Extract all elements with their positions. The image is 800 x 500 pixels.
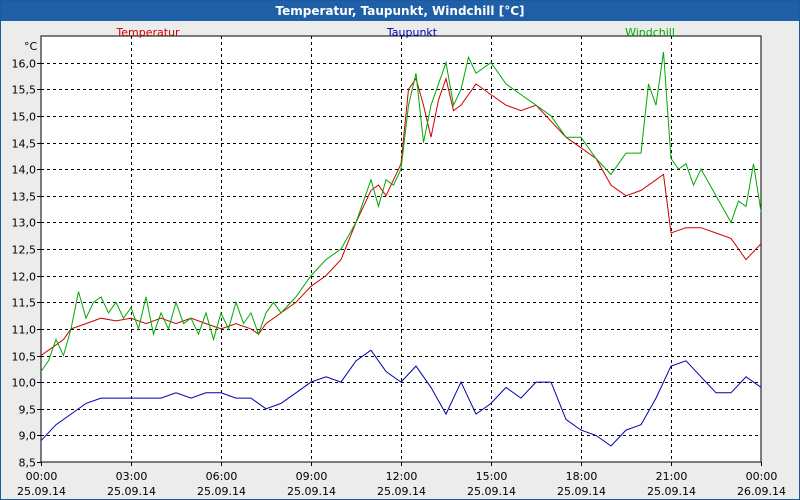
y-tick-label: 14,0 — [12, 164, 37, 177]
x-tick-time: 00:00 — [26, 470, 58, 483]
x-tick-time: 21:00 — [656, 470, 688, 483]
y-tick-label: 11,5 — [12, 297, 37, 310]
y-tick-label: 13,5 — [12, 191, 37, 204]
y-tick-label: 11,0 — [12, 324, 37, 337]
x-tick-date: 25.09.14 — [107, 485, 156, 498]
y-tick-label: 15,0 — [12, 111, 37, 124]
x-tick-time: 00:00 — [746, 470, 778, 483]
y-tick-label: 8,5 — [19, 457, 37, 470]
x-tick-date: 25.09.14 — [647, 485, 696, 498]
x-tick-time: 18:00 — [566, 470, 598, 483]
x-tick-date: 25.09.14 — [17, 485, 66, 498]
y-tick-label: 16,0 — [12, 58, 37, 71]
x-tick-date: 25.09.14 — [287, 485, 336, 498]
legend-windchill: Windchill — [625, 26, 675, 39]
y-tick-label: 9,0 — [19, 430, 37, 443]
x-tick-date: 25.09.14 — [467, 485, 516, 498]
y-tick-label: 12,5 — [12, 244, 37, 257]
y-tick-label: 15,5 — [12, 84, 37, 97]
x-tick-time: 09:00 — [296, 470, 328, 483]
x-tick-time: 06:00 — [206, 470, 238, 483]
y-tick-label: 12,0 — [12, 271, 37, 284]
y-tick-label: 10,0 — [12, 377, 37, 390]
x-tick-date: 25.09.14 — [197, 485, 246, 498]
y-tick-label: 10,5 — [12, 351, 37, 364]
legend-temperatur: Temperatur — [115, 26, 180, 39]
y-axis-label: °C — [24, 40, 38, 53]
y-tick-label: 9,5 — [19, 404, 37, 417]
x-tick-date: 25.09.14 — [557, 485, 606, 498]
x-tick-time: 12:00 — [386, 470, 418, 483]
legend-taupunkt: Taupunkt — [386, 26, 438, 39]
x-tick-time: 03:00 — [116, 470, 148, 483]
x-tick-date: 25.09.14 — [377, 485, 426, 498]
y-tick-label: 13,0 — [12, 217, 37, 230]
chart-canvas: 8,5 9,0 9,5 10,0 10,5 11,0 11,5 12,0 12,5 13,0 13,… — [12, 26, 786, 498]
x-tick-time: 15:00 — [476, 470, 508, 483]
x-tick-date: 26.09.14 — [737, 485, 786, 498]
y-tick-label: 14,5 — [12, 138, 37, 151]
